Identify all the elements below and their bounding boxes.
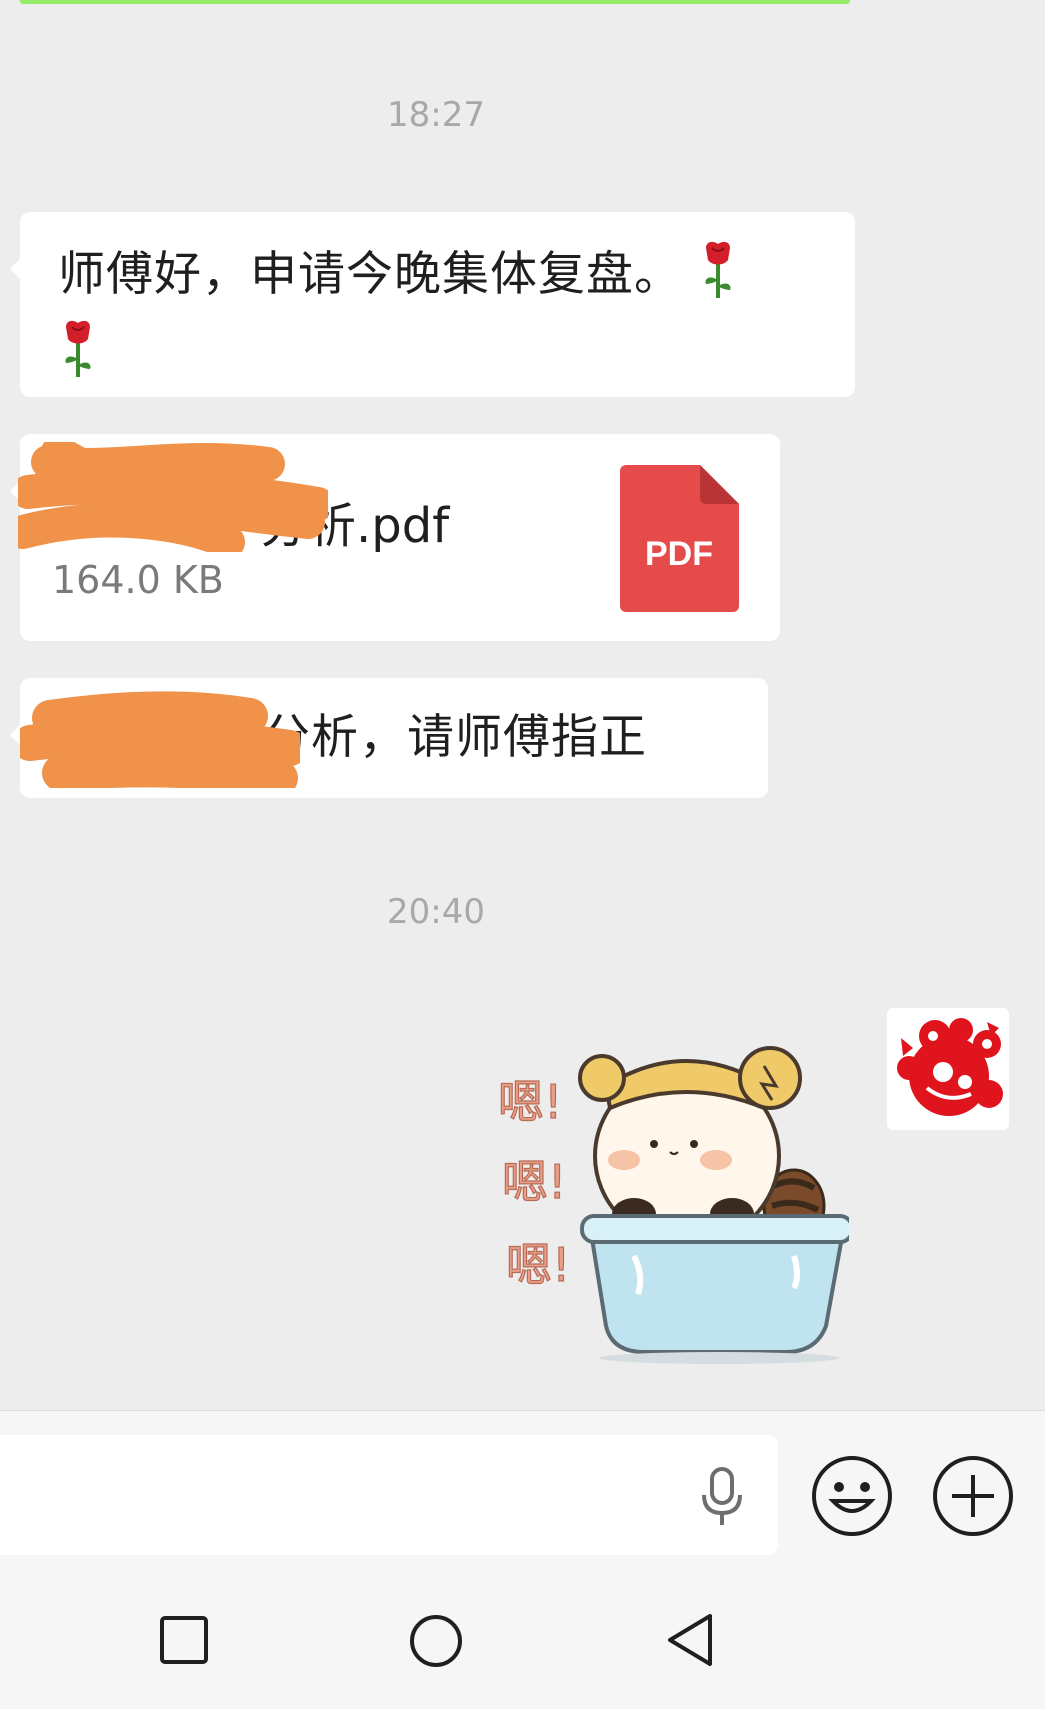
file-size: 164.0 KB: [52, 558, 224, 602]
message-text: 师傅好，申请今晚集体复盘。: [58, 247, 682, 302]
plus-icon[interactable]: [932, 1455, 1014, 1537]
back-icon[interactable]: [666, 1612, 714, 1668]
sticker-text: 嗯!: [506, 1238, 570, 1292]
rose-emoji-icon: [58, 319, 98, 398]
message-input[interactable]: [18, 1455, 662, 1537]
home-icon[interactable]: [409, 1614, 463, 1668]
file-name: 分析.pdf: [260, 498, 450, 554]
timestamp: 20:40: [387, 892, 485, 932]
rose-emoji-icon: [698, 240, 738, 319]
chat-area[interactable]: 18:27 师傅好，申请今晚集体复盘。 分析.pdf 164.0 KB PDF …: [0, 0, 1045, 1410]
timestamp: 18:27: [387, 95, 485, 135]
sticker-text: 嗯!: [498, 1075, 562, 1129]
user-avatar[interactable]: [887, 1008, 1009, 1130]
message-bubble-text[interactable]: 师傅好，申请今晚集体复盘。: [10, 212, 855, 398]
sticker-image[interactable]: 嗯! 嗯! 嗯!: [494, 1026, 849, 1366]
message-input-container[interactable]: [0, 1435, 778, 1555]
recent-apps-icon[interactable]: [160, 1616, 208, 1664]
system-navigation-bar: [0, 1556, 1045, 1709]
paper-cut-avatar-image: [887, 1008, 1009, 1130]
pdf-badge-text: PDF: [645, 535, 713, 573]
message-bubble-text[interactable]: 的分析，请师傅指正: [10, 678, 768, 798]
microphone-icon[interactable]: [700, 1467, 744, 1527]
message-text: 的分析，请师傅指正: [215, 710, 647, 765]
pdf-file-icon: PDF: [620, 465, 739, 612]
input-bar: [0, 1410, 1045, 1557]
emoji-icon[interactable]: [811, 1455, 893, 1537]
sticker-text: 嗯!: [502, 1155, 566, 1209]
file-message-bubble[interactable]: 分析.pdf 164.0 KB PDF: [10, 434, 780, 641]
previous-bubble-edge: [20, 0, 850, 4]
